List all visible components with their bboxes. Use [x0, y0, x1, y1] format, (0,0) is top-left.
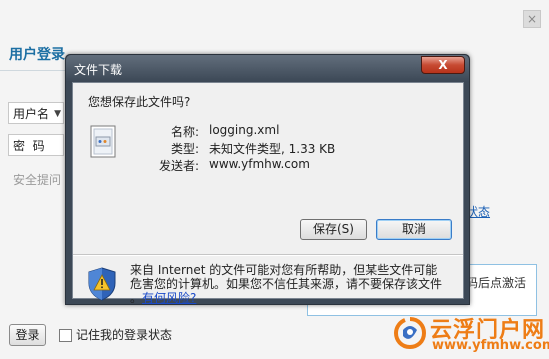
- sender-value: www.yfmhw.com: [209, 157, 310, 171]
- dialog-close-button[interactable]: X: [421, 56, 465, 74]
- remember-me-checkbox[interactable]: [59, 329, 72, 342]
- username-field-select[interactable]: 用户名 ▼: [8, 102, 64, 124]
- title-divider: [0, 70, 66, 71]
- username-label: 用户名: [13, 107, 50, 121]
- watermark-logo-icon: [393, 317, 427, 350]
- remember-me-label: 记住我的登录状态: [76, 328, 173, 342]
- file-icon: [90, 125, 116, 158]
- warning-line-3: 。有何风险?: [130, 291, 450, 305]
- shield-warning-icon: [88, 267, 116, 301]
- password-label: 密 码: [13, 139, 45, 153]
- file-name-value: logging.xml: [209, 123, 280, 137]
- cancel-button[interactable]: 取消: [376, 219, 452, 240]
- dialog-body: 您想保存此文件吗? 名称: logging.xml 类型: 未知文件类型, 1.…: [72, 82, 464, 305]
- dialog-title: 文件下载: [74, 63, 123, 77]
- login-button[interactable]: 登录: [9, 324, 46, 346]
- what-is-the-risk-link[interactable]: 有何风险?: [142, 291, 196, 305]
- activation-info-text: 码后点激活: [466, 276, 527, 290]
- warning-line-1: 来自 Internet 的文件可能对您有所帮助，但某些文件可能: [130, 263, 438, 277]
- page-close-button[interactable]: ×: [523, 10, 541, 28]
- warning-line-2: 危害您的计算机。如果您不信任其来源，请不要保存该文件: [130, 277, 443, 291]
- security-question-label: 安全提问: [13, 173, 62, 187]
- save-question: 您想保存此文件吗?: [88, 95, 191, 109]
- info-label: 发送者:: [158, 159, 199, 173]
- login-title: 用户登录: [9, 47, 65, 63]
- save-button[interactable]: 保存(S): [300, 219, 367, 240]
- security-warning: 来自 Internet 的文件可能对您有所帮助，但某些文件可能 危害您的计算机。…: [130, 263, 450, 305]
- chevron-down-icon: ▼: [54, 109, 61, 119]
- info-label: 类型:: [170, 142, 199, 156]
- file-download-dialog: 文件下载 X 您想保存此文件吗? 名称: logging.xml 类型: 未知文…: [65, 54, 470, 305]
- dialog-titlebar[interactable]: 文件下载 X: [66, 55, 469, 81]
- info-label: 名称:: [170, 125, 199, 139]
- watermark-url: www.yfmhw.com: [432, 338, 549, 353]
- password-field[interactable]: 密 码: [8, 134, 64, 156]
- divider-highlight: [73, 255, 463, 256]
- file-type-value: 未知文件类型, 1.33 KB: [209, 142, 336, 156]
- warning-line-3-prefix: 。: [130, 291, 143, 305]
